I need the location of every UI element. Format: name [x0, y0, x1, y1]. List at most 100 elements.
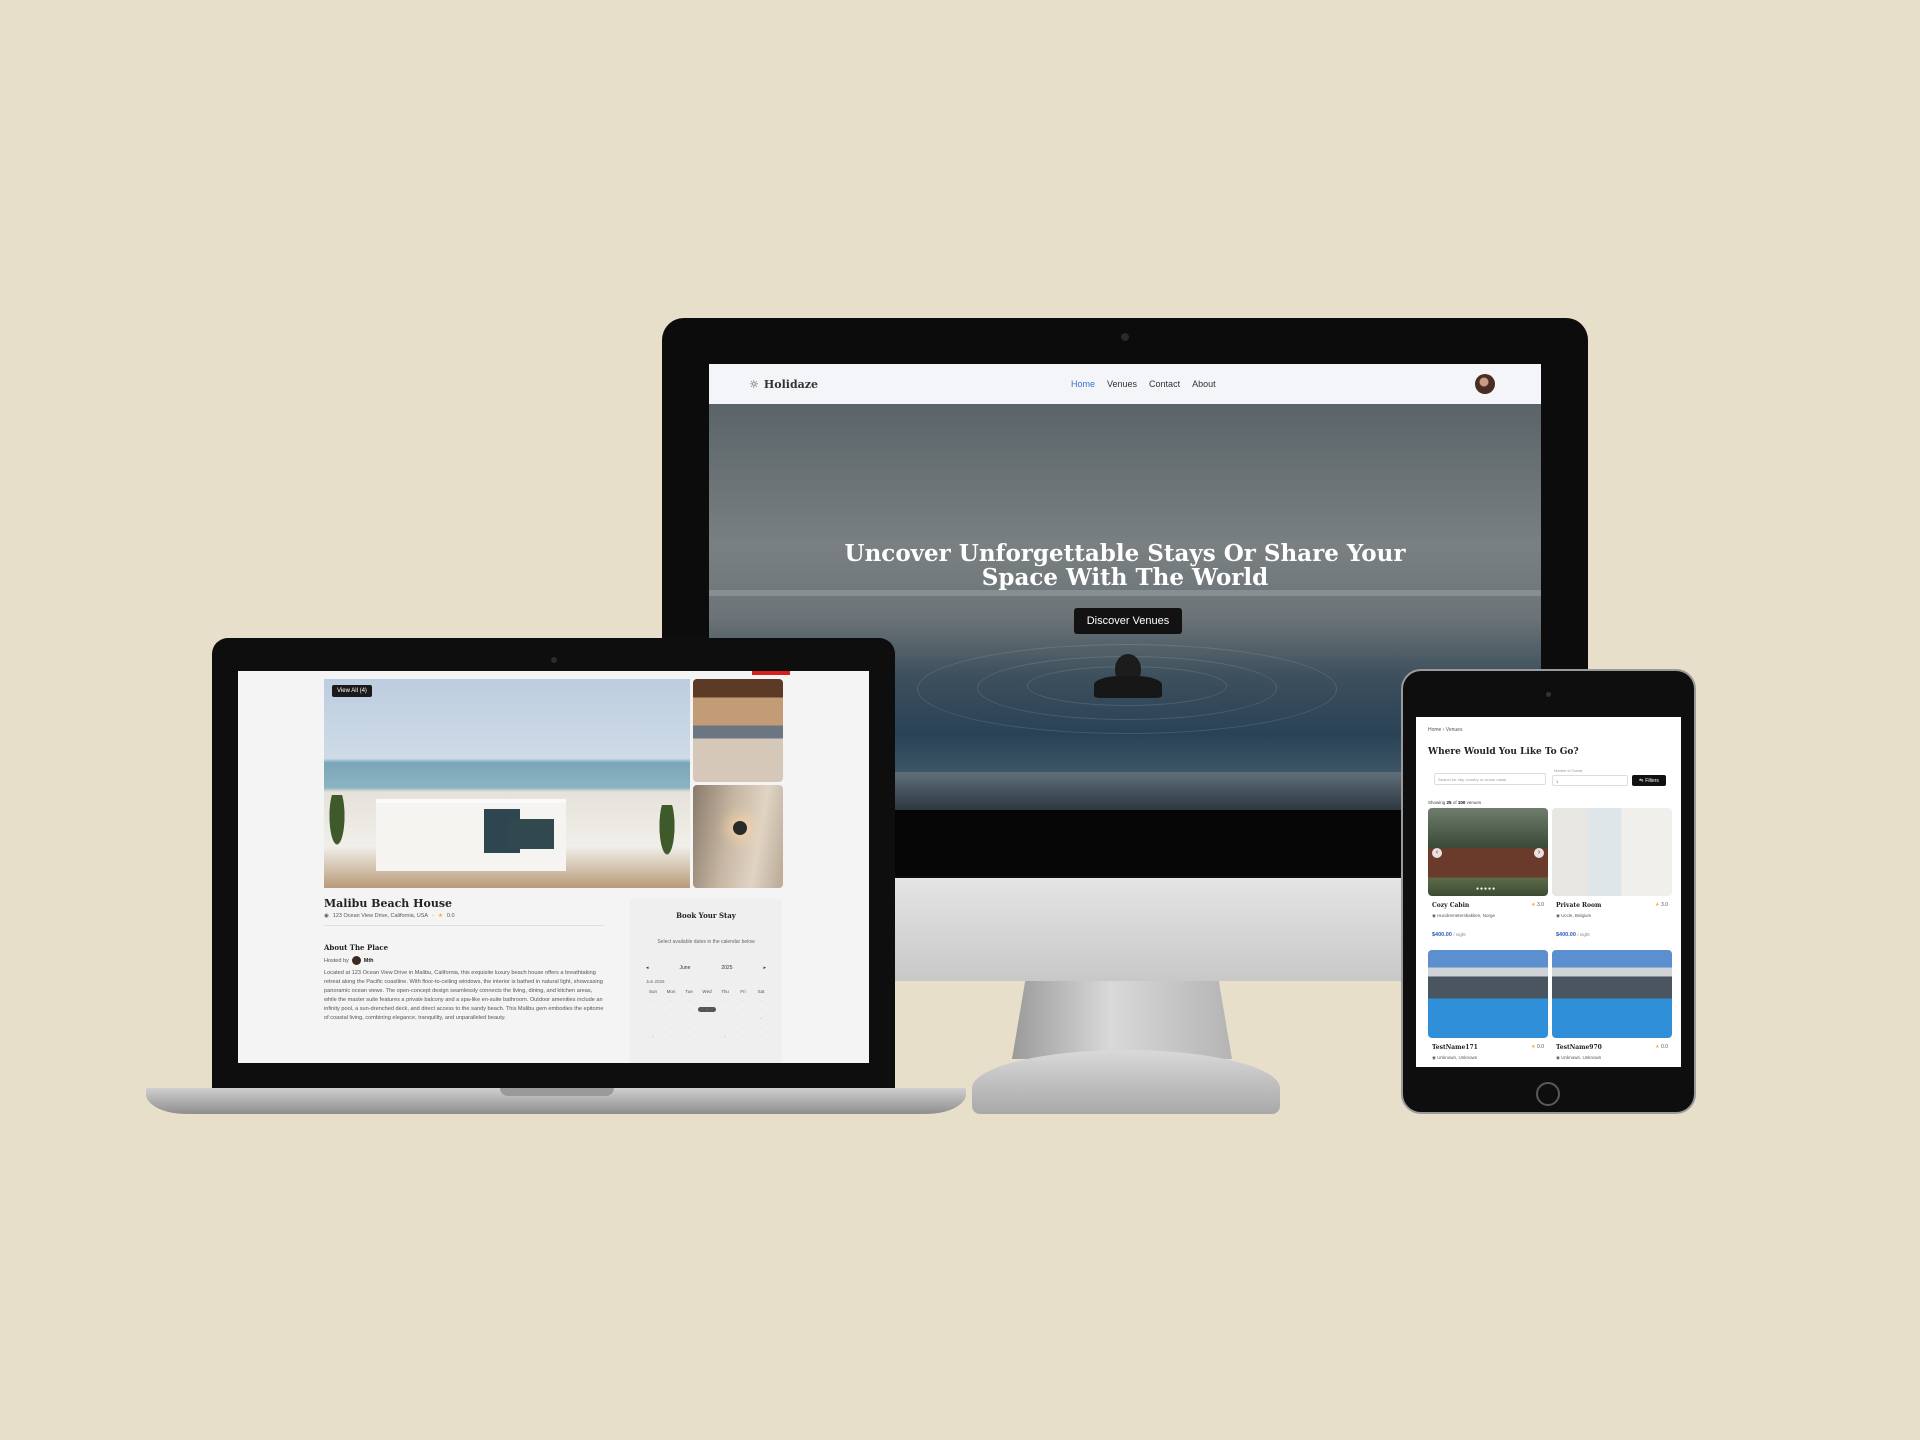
calendar-day[interactable]: · [698, 1016, 716, 1021]
price-unit: / night [1453, 932, 1466, 937]
calendar-day[interactable]: · [644, 1025, 662, 1030]
venue-image[interactable]: ‹ › ●●●●● [1428, 808, 1548, 896]
calendar-day[interactable]: · [716, 1025, 734, 1030]
gallery-thumbnail-bath[interactable] [693, 679, 783, 782]
venue-location-text: Hundremetersbakken, Norge [1437, 913, 1495, 918]
carousel-dots: ●●●●● [1476, 886, 1497, 892]
weekday-label: Sun [648, 989, 657, 994]
brand-name: Holidaze [763, 377, 819, 391]
venue-card[interactable]: ‹ › ●●●●● Cozy Cabin ★ 3.0 ◉ Hundremeter… [1428, 808, 1548, 938]
filters-button[interactable]: ⇋ Filters [1632, 775, 1666, 786]
calendar-day[interactable]: · [680, 1007, 698, 1012]
venue-rating: ★ 0.0 [1655, 1044, 1668, 1050]
calendar-month-label: Jun 2025 [646, 979, 665, 984]
nav-home[interactable]: Home [1071, 379, 1095, 389]
calendar-day[interactable]: · [752, 1016, 770, 1021]
calendar-day[interactable]: · [734, 1025, 752, 1030]
calendar-day[interactable]: · [752, 1007, 770, 1012]
site-navbar: ☼ Holidaze Home Venues Contact About [709, 364, 1541, 404]
guests-input[interactable]: 1 [1552, 775, 1628, 786]
booking-card: Book Your Stay Select available dates in… [630, 899, 782, 1063]
month-select[interactable]: June [680, 965, 691, 971]
page-title: Where Would You Like To Go? [1428, 747, 1579, 757]
calendar-day-selected[interactable]: · [698, 1007, 716, 1012]
calendar-day[interactable]: · [698, 1034, 716, 1039]
user-avatar[interactable] [1475, 374, 1495, 394]
calendar-day[interactable]: · [680, 1025, 698, 1030]
venue-image[interactable] [1552, 950, 1672, 1038]
next-arrow-icon[interactable]: › [1534, 848, 1544, 858]
venue-image[interactable] [1428, 950, 1548, 1038]
venue-name: TestName970 [1556, 1044, 1602, 1051]
calendar-day[interactable]: · [662, 1016, 680, 1021]
calendar-day[interactable]: · [644, 1007, 662, 1012]
star-icon: ★ [1531, 902, 1536, 908]
host-name[interactable]: Mth [364, 958, 374, 964]
calendar-day[interactable]: · [644, 1034, 662, 1039]
calendar-day[interactable]: · [662, 998, 680, 1003]
venue-card[interactable]: TestName171 ★ 0.0 ◉ Unknown, Unknown [1428, 950, 1548, 1060]
nav-links: Home Venues Contact About [1071, 364, 1216, 404]
calendar-day[interactable]: · [716, 1007, 734, 1012]
venue-location: ◉ Unknown, Unknown [1556, 1055, 1602, 1060]
star-icon: ★ [1655, 902, 1660, 908]
venue-price-value: $400.00 [1432, 932, 1452, 938]
year-select[interactable]: 2025 [721, 965, 732, 971]
nav-about[interactable]: About [1192, 379, 1216, 389]
nav-contact[interactable]: Contact [1149, 379, 1180, 389]
palm-tree [324, 795, 350, 865]
prev-arrow-icon[interactable]: ‹ [1432, 848, 1442, 858]
booking-title: Book Your Stay [676, 911, 736, 920]
calendar-day[interactable]: · [734, 1007, 752, 1012]
breadcrumb[interactable]: Home › Venues [1428, 727, 1462, 733]
star-icon: ★ [437, 913, 443, 919]
calendar-day[interactable]: · [698, 1025, 716, 1030]
tablet-home-button[interactable] [1536, 1082, 1560, 1106]
calendar-day[interactable]: · [680, 998, 698, 1003]
venue-rating-value: 0.0 [1537, 1044, 1544, 1050]
venue-card[interactable]: Private Room ★ 3.0 ◉ Uccle, Belgium $400… [1552, 808, 1672, 938]
calendar-day[interactable]: · [644, 1016, 662, 1021]
venue-image[interactable] [1552, 808, 1672, 896]
calendar-day[interactable]: · [734, 1016, 752, 1021]
calendar-day[interactable]: · [698, 998, 716, 1003]
calendar-day[interactable]: · [716, 1016, 734, 1021]
calendar-day[interactable]: · [734, 1034, 752, 1039]
calendar-day[interactable]: · [680, 1034, 698, 1039]
calendar-day[interactable]: · [680, 1016, 698, 1021]
calendar-day[interactable]: · [752, 1034, 770, 1039]
brand-logo[interactable]: ☼ Holidaze [749, 378, 818, 391]
calendar-day[interactable]: · [644, 998, 662, 1003]
nav-venues[interactable]: Venues [1107, 379, 1137, 389]
calendar-day[interactable]: · [662, 1007, 680, 1012]
calendar-day[interactable]: · [662, 1025, 680, 1030]
calendar-day[interactable]: · [734, 998, 752, 1003]
weekday-label: Tue [685, 989, 693, 994]
view-all-button[interactable]: View All (4) [332, 685, 372, 697]
calendar-day[interactable]: · [752, 1025, 770, 1030]
search-input[interactable]: Search for city, country or venue name [1434, 773, 1546, 785]
next-month-icon[interactable]: ▸ [763, 965, 766, 971]
separator: · [432, 913, 434, 919]
lamp-glow [733, 821, 747, 835]
venue-rating: 0.0 [446, 913, 455, 919]
guests-label: Number of Guests [1554, 769, 1583, 773]
host-avatar[interactable] [351, 956, 361, 965]
venue-rating-value: 0.0 [1661, 1044, 1668, 1050]
venue-card[interactable]: TestName970 ★ 0.0 ◉ Unknown, Unknown [1552, 950, 1672, 1060]
discover-venues-button[interactable]: Discover Venues [1074, 608, 1182, 634]
venue-price: $400.00 / night [1432, 932, 1466, 938]
hero-title: Uncover Unforgettable Stays Or Share You… [844, 540, 1406, 591]
calendar-day[interactable]: · [716, 1034, 734, 1039]
divider [324, 925, 604, 926]
gallery-main-image[interactable] [324, 679, 690, 888]
venue-rating: ★ 0.0 [1531, 1044, 1544, 1050]
showing-mid: of [1452, 800, 1457, 805]
prev-month-icon[interactable]: ◂ [646, 965, 649, 971]
gallery-thumbnail-interior[interactable] [693, 785, 783, 888]
showing-suffix: venues [1466, 800, 1482, 805]
calendar-day[interactable]: · [662, 1034, 680, 1039]
calendar-day[interactable]: · [752, 998, 770, 1003]
calendar-day[interactable]: · [716, 998, 734, 1003]
venue-name: Cozy Cabin [1432, 902, 1470, 909]
